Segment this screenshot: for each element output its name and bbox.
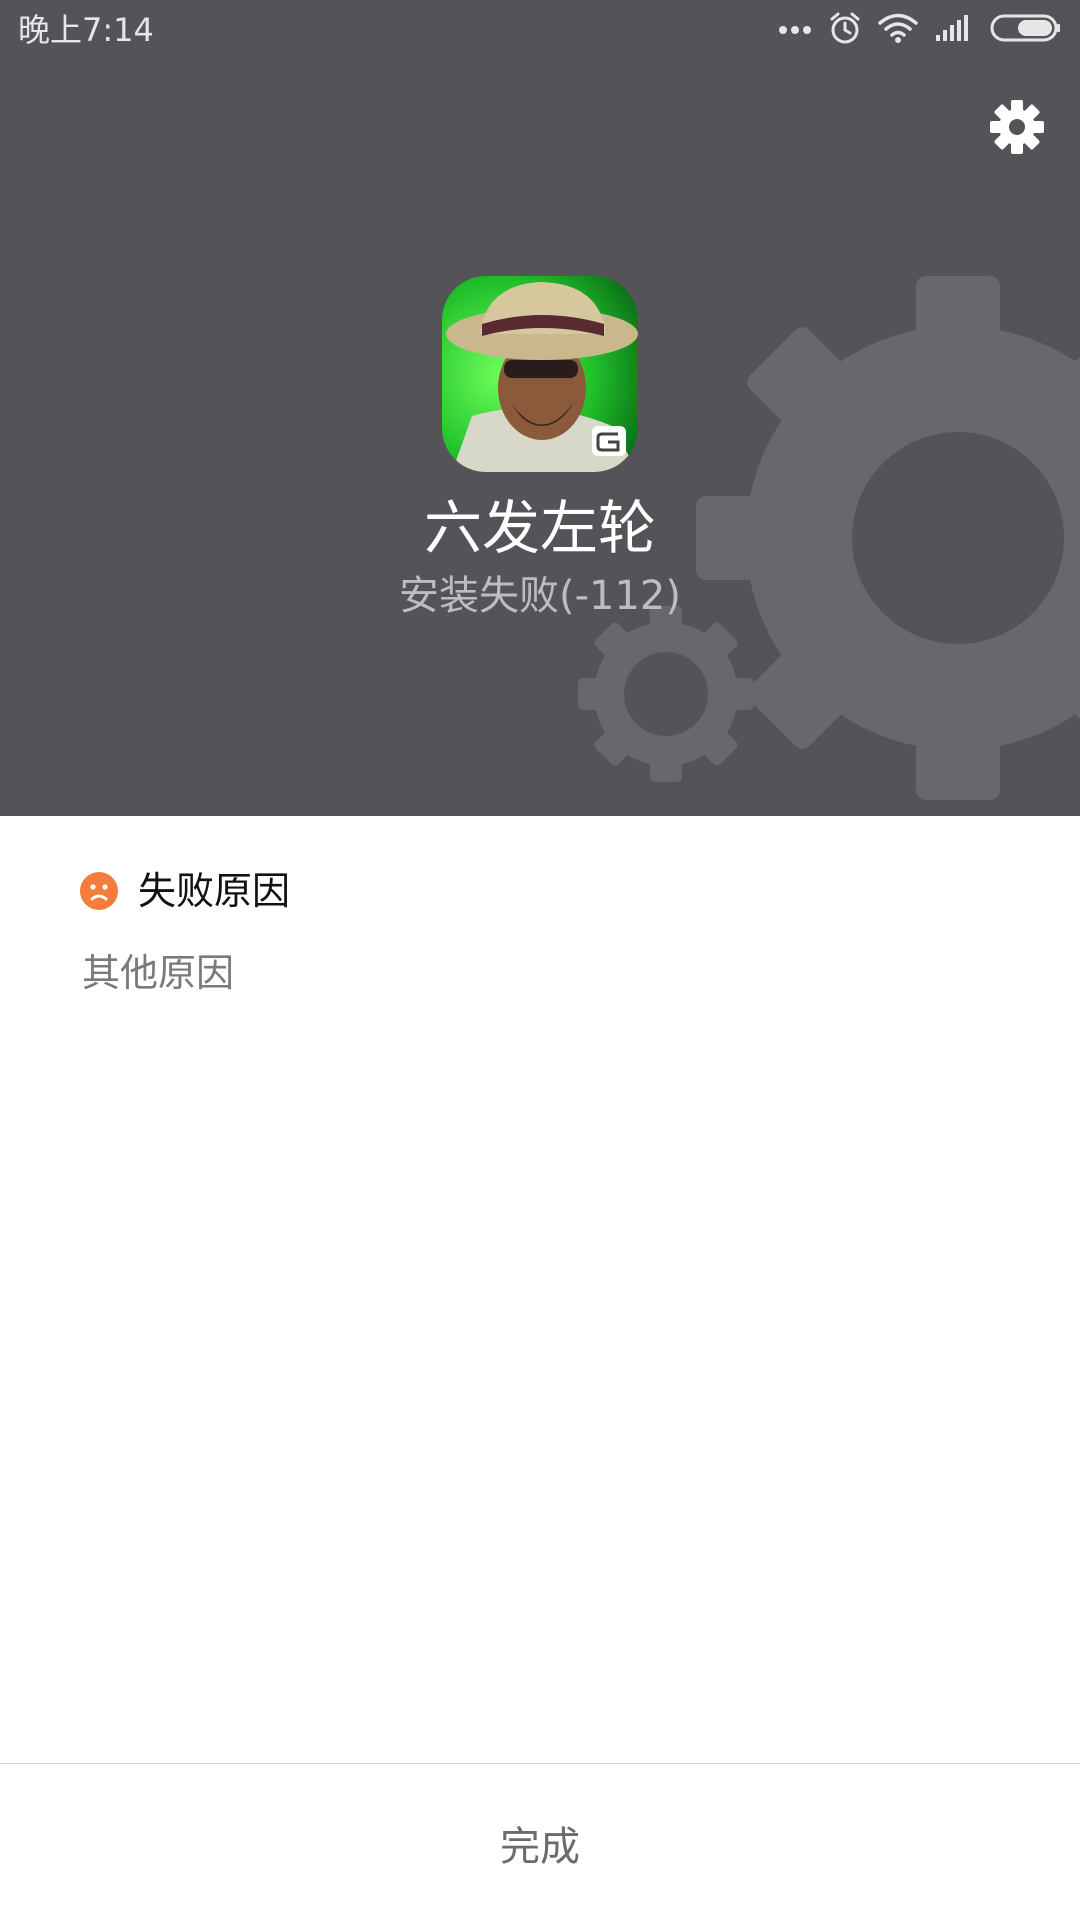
- app-install-header: 晚上7:14 六发左轮 安装失败(-112): [0, 0, 1080, 816]
- install-status: 安装失败(-112): [399, 573, 681, 619]
- failure-reason-heading: 失败原因: [80, 866, 290, 916]
- app-icon: [442, 276, 638, 472]
- more-dots-icon: [778, 21, 812, 40]
- status-bar: 晚上7:14: [0, 0, 1080, 60]
- status-icons: [778, 8, 1062, 52]
- alarm-icon: [828, 11, 862, 49]
- sad-face-icon: [80, 872, 118, 910]
- signal-icon: [934, 13, 974, 47]
- wifi-icon: [878, 12, 918, 48]
- app-name: 六发左轮: [423, 494, 656, 562]
- failure-reason-title: 失败原因: [138, 869, 291, 913]
- settings-button[interactable]: [986, 96, 1048, 158]
- footer: 完成: [0, 1763, 1080, 1921]
- gear-icon: [990, 100, 1044, 154]
- done-button[interactable]: 完成: [0, 1764, 1080, 1921]
- failure-reason-detail: 其他原因: [82, 951, 235, 995]
- status-time: 晚上7:14: [18, 11, 154, 49]
- battery-icon: [990, 13, 1062, 47]
